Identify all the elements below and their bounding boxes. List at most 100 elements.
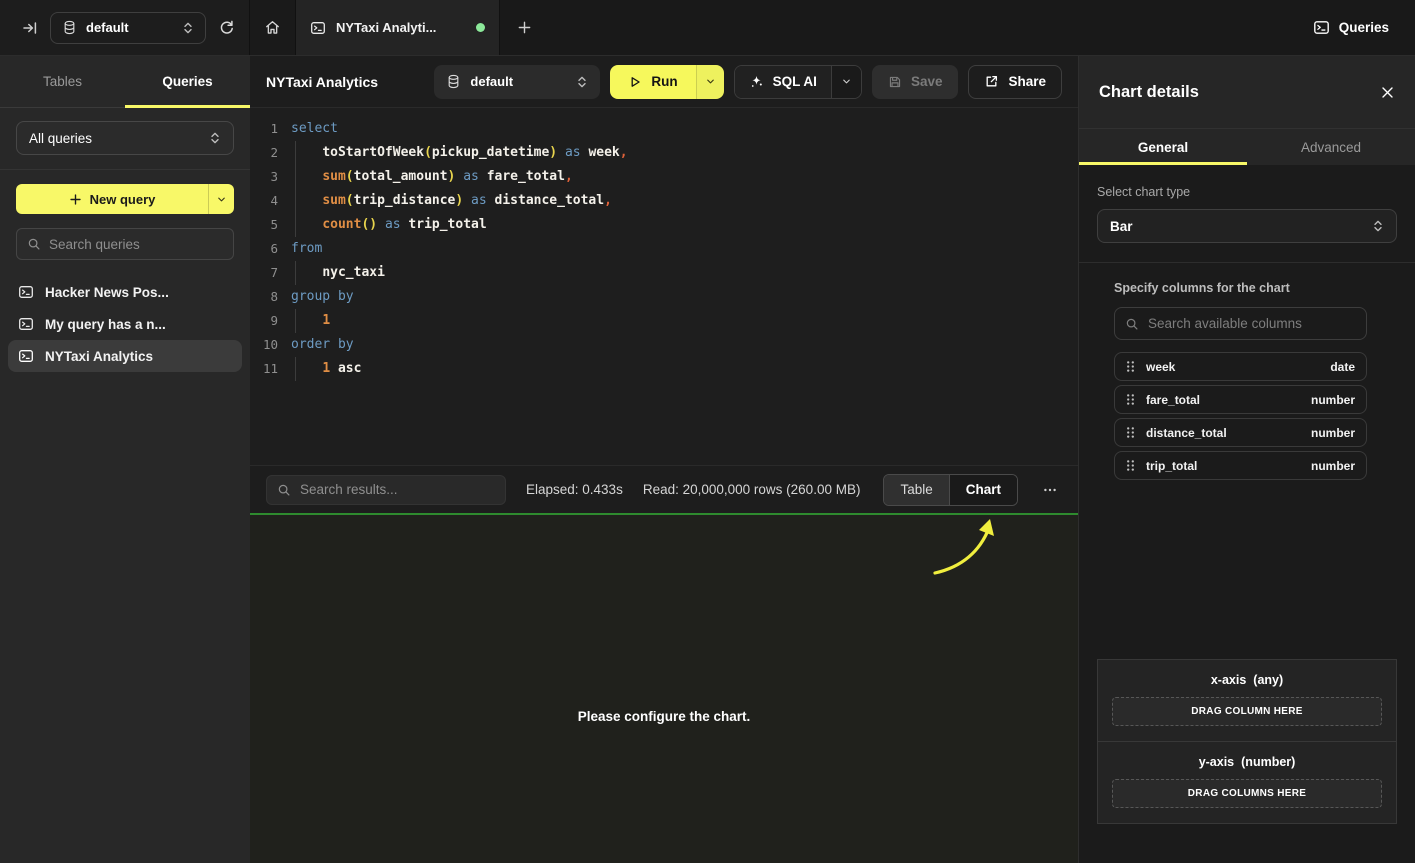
tab-nytaxi-analytics[interactable]: NYTaxi Analyti... — [296, 0, 500, 55]
code-text[interactable]: count() as trip_total — [278, 213, 1078, 237]
column-type: number — [1311, 426, 1355, 440]
home-icon — [264, 19, 281, 36]
column-row-trip-total[interactable]: trip_total number — [1114, 451, 1367, 480]
code-text[interactable]: order by — [278, 333, 1078, 357]
refresh-button[interactable] — [218, 19, 235, 36]
run-button-group: Run — [610, 65, 723, 99]
chart-type-value: Bar — [1110, 219, 1133, 234]
sidebar-tab-queries[interactable]: Queries — [125, 56, 250, 107]
code-text[interactable]: nyc_taxi — [278, 261, 1078, 285]
editor-database-value: default — [470, 74, 567, 89]
database-icon — [446, 74, 461, 89]
search-icon — [1125, 317, 1139, 331]
line-number: 6 — [250, 237, 278, 261]
query-list-item-nytaxi[interactable]: NYTaxi Analytics — [8, 340, 242, 372]
chart-type-select[interactable]: Bar — [1097, 209, 1397, 243]
refresh-icon — [218, 19, 235, 36]
line-number: 5 — [250, 213, 278, 237]
x-axis-drop-zone[interactable]: DRAG COLUMN HERE — [1112, 697, 1382, 726]
columns-search-input[interactable]: Search available columns — [1114, 307, 1367, 340]
code-line: 7 nyc_taxi — [250, 261, 1078, 285]
code-text[interactable]: group by — [278, 285, 1078, 309]
line-number: 4 — [250, 189, 278, 213]
chevron-updown-icon — [1372, 219, 1384, 233]
code-text[interactable]: sum(trip_distance) as distance_total, — [278, 189, 1078, 213]
page-title: NYTaxi Analytics — [266, 74, 378, 90]
sidebar-tab-queries-label: Queries — [162, 74, 212, 89]
line-number: 10 — [250, 333, 278, 357]
y-axis-title: y-axis(number) — [1112, 755, 1382, 769]
line-number: 7 — [250, 261, 278, 285]
editor-database-selector[interactable]: default — [434, 65, 600, 99]
sidebar-tab-tables[interactable]: Tables — [0, 56, 125, 107]
search-queries-input[interactable]: Search queries — [16, 228, 234, 260]
search-results-input[interactable]: Search results... — [266, 475, 506, 505]
code-text[interactable]: from — [278, 237, 1078, 261]
home-tab[interactable] — [250, 0, 296, 55]
column-row-fare-total[interactable]: fare_total number — [1114, 385, 1367, 414]
share-label: Share — [1008, 74, 1046, 89]
tab-general[interactable]: General — [1079, 129, 1247, 165]
collapse-sidebar-button[interactable] — [22, 20, 38, 36]
code-text[interactable]: 1 asc — [278, 357, 1078, 381]
code-text[interactable]: 1 — [278, 309, 1078, 333]
chevron-down-icon — [705, 76, 716, 87]
y-axis-name: y-axis — [1199, 755, 1234, 769]
tabstrip: NYTaxi Analyti... — [250, 0, 548, 55]
tab-advanced[interactable]: Advanced — [1247, 129, 1415, 165]
new-query-button[interactable]: New query — [16, 184, 208, 214]
code-line: 10order by — [250, 333, 1078, 357]
ellipsis-icon — [1042, 482, 1058, 498]
more-options-button[interactable] — [1038, 478, 1062, 502]
sql-ai-button-group: SQL AI — [734, 65, 862, 99]
column-type: number — [1311, 393, 1355, 407]
query-terminal-icon — [18, 316, 34, 332]
code-lines: 1select2 toStartOfWeek(pickup_datetime) … — [250, 117, 1078, 381]
drag-handle-icon — [1126, 393, 1135, 406]
chart-details-tabs: General Advanced — [1079, 128, 1415, 165]
sql-ai-button[interactable]: SQL AI — [735, 66, 831, 98]
columns-block: Specify columns for the chart Search ava… — [1114, 281, 1367, 484]
run-dropdown-button[interactable] — [696, 65, 724, 99]
sql-ai-dropdown-button[interactable] — [831, 66, 861, 98]
share-button[interactable]: Share — [968, 65, 1062, 99]
play-icon — [628, 75, 642, 89]
column-type: number — [1311, 459, 1355, 473]
x-axis-constraint: (any) — [1253, 673, 1283, 687]
queries-link-label: Queries — [1339, 20, 1389, 35]
code-text[interactable]: select — [278, 117, 1078, 141]
run-button[interactable]: Run — [610, 65, 695, 99]
results-toolbar: Search results... Elapsed: 0.433s Read: … — [250, 465, 1078, 513]
close-panel-button[interactable] — [1380, 85, 1395, 100]
new-query-dropdown-button[interactable] — [208, 184, 234, 214]
column-row-week[interactable]: week date — [1114, 352, 1367, 381]
code-text[interactable]: toStartOfWeek(pickup_datetime) as week, — [278, 141, 1078, 165]
query-list-item-hacker-news[interactable]: Hacker News Pos... — [8, 276, 242, 308]
view-tab-table[interactable]: Table — [884, 475, 948, 505]
queries-link[interactable]: Queries — [1313, 0, 1415, 55]
code-text[interactable]: sum(total_amount) as fare_total, — [278, 165, 1078, 189]
query-terminal-icon — [18, 284, 34, 300]
code-line: 8group by — [250, 285, 1078, 309]
new-tab-button[interactable] — [500, 0, 548, 55]
query-item-label: Hacker News Pos... — [45, 285, 169, 300]
query-list-item-my-query[interactable]: My query has a n... — [8, 308, 242, 340]
y-axis-drop-zone[interactable]: DRAG COLUMNS HERE — [1112, 779, 1382, 808]
topbar-database-selector[interactable]: default — [50, 12, 206, 44]
chart-details-panel: Chart details General Advanced Select ch… — [1078, 56, 1415, 863]
query-filter-select[interactable]: All queries — [16, 121, 234, 155]
chart-details-title: Chart details — [1099, 83, 1199, 102]
query-filter-row: All queries — [0, 108, 250, 170]
column-name: distance_total — [1146, 426, 1227, 440]
save-button[interactable]: Save — [872, 65, 959, 99]
code-line: 3 sum(total_amount) as fare_total, — [250, 165, 1078, 189]
line-number: 9 — [250, 309, 278, 333]
sparkles-icon — [749, 74, 764, 89]
run-label: Run — [651, 74, 677, 89]
line-number: 3 — [250, 165, 278, 189]
view-tab-chart[interactable]: Chart — [949, 475, 1017, 505]
chevron-updown-icon — [182, 21, 194, 35]
column-row-distance-total[interactable]: distance_total number — [1114, 418, 1367, 447]
sql-editor[interactable]: 1select2 toStartOfWeek(pickup_datetime) … — [250, 108, 1078, 465]
columns-search-placeholder: Search available columns — [1148, 316, 1302, 331]
